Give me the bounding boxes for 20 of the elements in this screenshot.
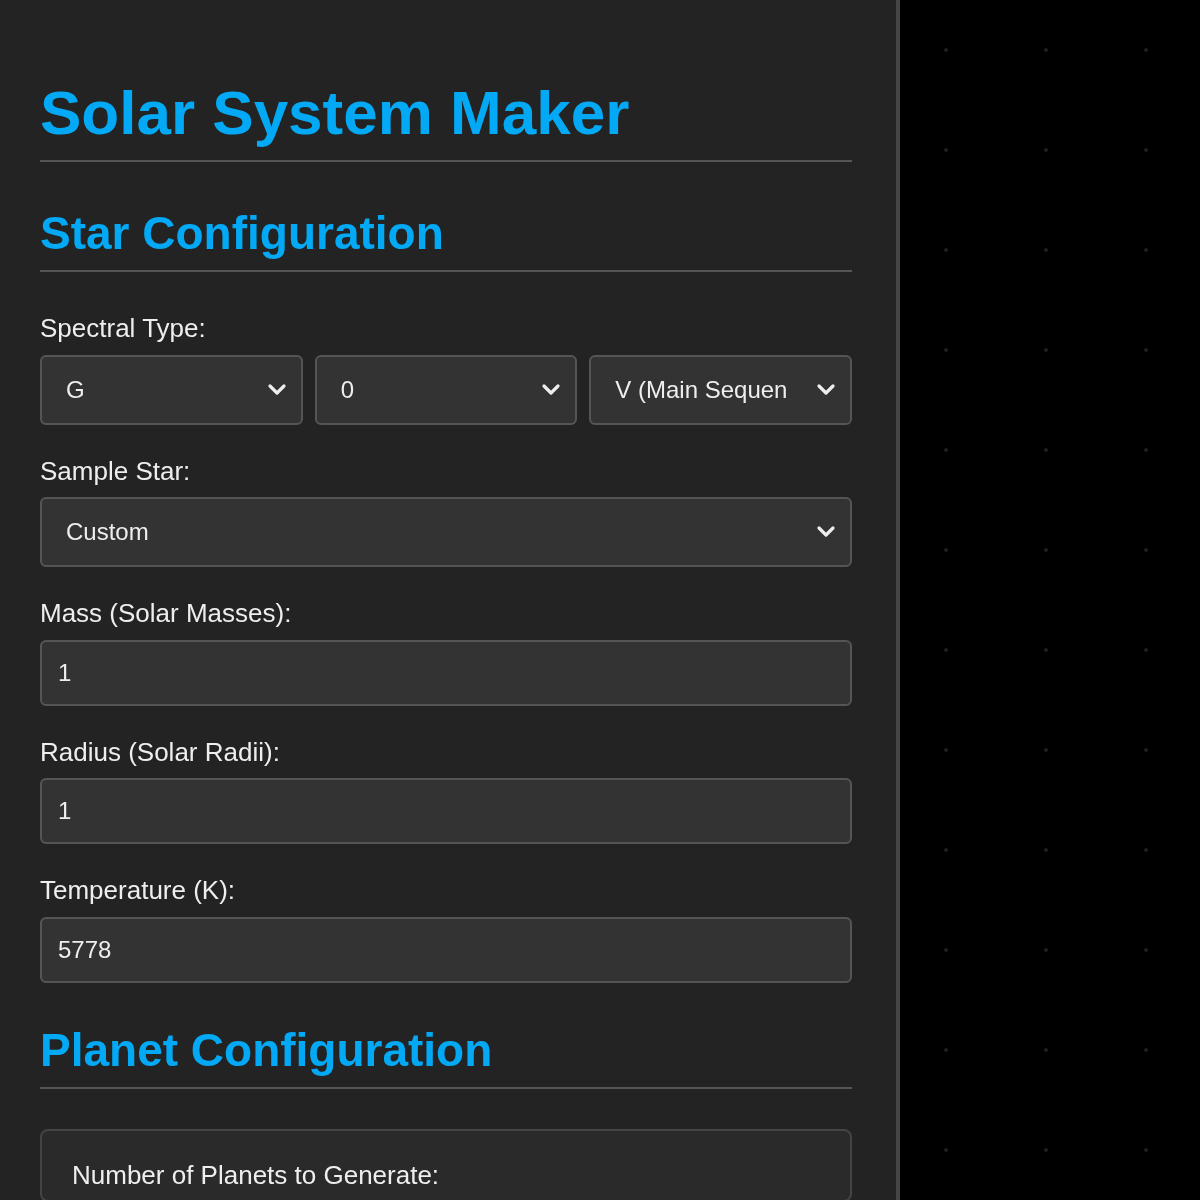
chevron-down-icon	[816, 525, 836, 540]
section-heading: Star Configuration	[40, 210, 445, 261]
page-title: Solar System Maker	[40, 82, 631, 149]
field-label: Spectral Type:	[40, 314, 207, 343]
sample-star-dropdown[interactable]: Custom	[40, 497, 852, 568]
chevron-down-icon	[541, 382, 562, 397]
chevron-down-icon	[266, 382, 287, 397]
section-heading: Planet Configuration	[40, 1026, 494, 1078]
spectral-type-dropdown[interactable]: 0	[314, 354, 578, 425]
field-label: Sample Star:	[40, 456, 192, 486]
chevron-down-icon	[816, 382, 836, 397]
number-input[interactable]: 1	[40, 639, 852, 706]
field-label: Mass (Solar Masses):	[40, 599, 293, 628]
field-label: Radius (Solar Radii):	[40, 737, 281, 767]
field-label: Number of Planets to Generate:	[72, 1160, 441, 1190]
number-input[interactable]: 1	[40, 778, 852, 845]
spectral-type-dropdown[interactable]: V (Main Sequen	[589, 354, 852, 425]
field-label: Temperature (K):	[40, 876, 237, 905]
spectral-type-dropdown[interactable]: G	[40, 354, 303, 425]
number-input[interactable]: 5778	[40, 916, 852, 983]
